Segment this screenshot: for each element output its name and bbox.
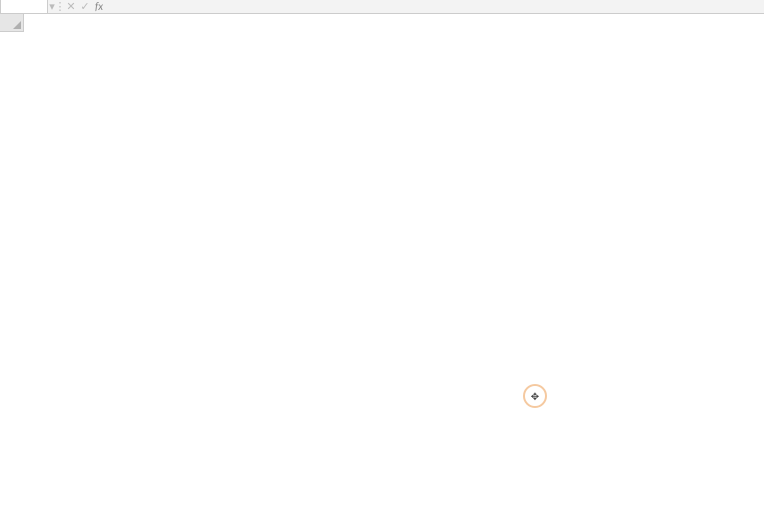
cursor-icon [523,384,547,408]
separator: ⋮ [56,0,64,13]
select-all-corner[interactable] [0,14,24,32]
fx-icon[interactable]: fx [92,0,106,13]
name-box[interactable] [0,0,48,14]
spreadsheet-grid [0,14,764,32]
cancel-icon: ✕ [64,0,78,13]
formula-bar: ▾ ⋮ ✕ ✓ fx [0,0,764,14]
accept-icon: ✓ [78,0,92,13]
